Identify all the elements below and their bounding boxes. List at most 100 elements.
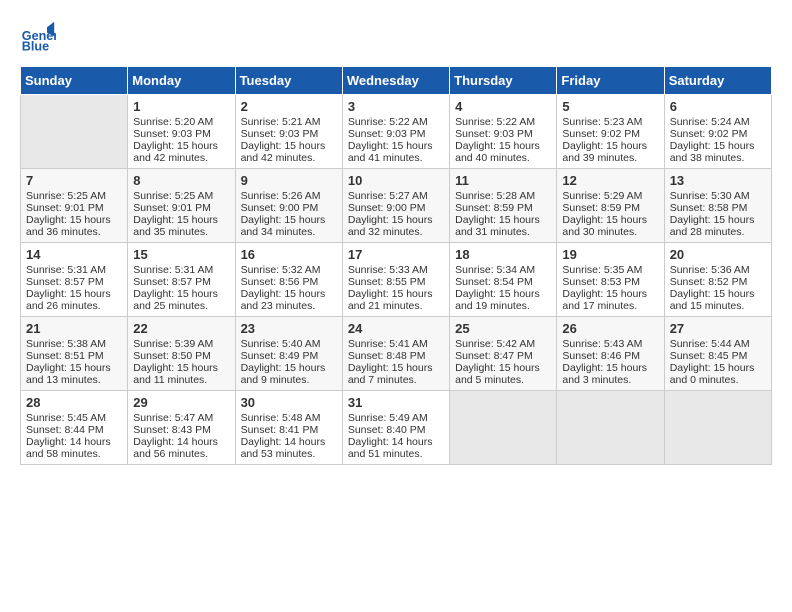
sunrise: Sunrise: 5:28 AM	[455, 190, 535, 202]
daylight: Daylight: 15 hours and 25 minutes.	[133, 288, 218, 312]
calendar-cell: 18Sunrise: 5:34 AMSunset: 8:54 PMDayligh…	[450, 243, 557, 317]
calendar-table: SundayMondayTuesdayWednesdayThursdayFrid…	[20, 66, 772, 465]
day-number: 1	[133, 99, 229, 114]
daylight: Daylight: 14 hours and 51 minutes.	[348, 436, 433, 460]
daylight: Daylight: 15 hours and 34 minutes.	[241, 214, 326, 238]
day-number: 3	[348, 99, 444, 114]
sunset: Sunset: 8:59 PM	[562, 202, 640, 214]
calendar-cell: 20Sunrise: 5:36 AMSunset: 8:52 PMDayligh…	[664, 243, 771, 317]
calendar-cell: 15 Sunrise: 5:31 AMSunset: 8:57 PMDayligh…	[128, 243, 235, 317]
daylight: Daylight: 15 hours and 36 minutes.	[26, 214, 111, 238]
sunset: Sunset: 9:02 PM	[670, 128, 748, 140]
day-number: 13	[670, 173, 766, 188]
day-number: 12	[562, 173, 658, 188]
day-number: 17	[348, 247, 444, 262]
daylight: Daylight: 15 hours and 21 minutes.	[348, 288, 433, 312]
header: General Blue	[20, 20, 772, 56]
weekday-header: Sunday	[21, 67, 128, 95]
sunrise: Sunrise: 5:21 AM	[241, 116, 321, 128]
calendar-cell: 8Sunrise: 5:25 AMSunset: 9:01 PMDaylight…	[128, 169, 235, 243]
calendar-cell: 19Sunrise: 5:35 AMSunset: 8:53 PMDayligh…	[557, 243, 664, 317]
daylight: Daylight: 15 hours and 28 minutes.	[670, 214, 755, 238]
day-number: 2	[241, 99, 337, 114]
sunset: Sunset: 8:51 PM	[26, 350, 104, 362]
calendar-cell	[21, 95, 128, 169]
calendar-cell: 29Sunrise: 5:47 AMSunset: 8:43 PMDayligh…	[128, 391, 235, 465]
sunrise: Sunrise: 5:42 AM	[455, 338, 535, 350]
daylight: Daylight: 15 hours and 42 minutes.	[241, 140, 326, 164]
daylight: Daylight: 15 hours and 41 minutes.	[348, 140, 433, 164]
daylight: Daylight: 15 hours and 17 minutes.	[562, 288, 647, 312]
daylight: Daylight: 15 hours and 38 minutes.	[670, 140, 755, 164]
calendar-cell: 25Sunrise: 5:42 AMSunset: 8:47 PMDayligh…	[450, 317, 557, 391]
daylight: Daylight: 15 hours and 31 minutes.	[455, 214, 540, 238]
sunset: Sunset: 8:57 PM	[26, 276, 104, 288]
calendar-cell: 17Sunrise: 5:33 AMSunset: 8:55 PMDayligh…	[342, 243, 449, 317]
sunset: Sunset: 9:01 PM	[133, 202, 211, 214]
calendar-cell: 13Sunrise: 5:30 AMSunset: 8:58 PMDayligh…	[664, 169, 771, 243]
sunrise: Sunrise: 5:44 AM	[670, 338, 750, 350]
day-number: 19	[562, 247, 658, 262]
sunset: Sunset: 8:40 PM	[348, 424, 426, 436]
daylight: Daylight: 15 hours and 13 minutes.	[26, 362, 111, 386]
sunrise: Sunrise: 5:29 AM	[562, 190, 642, 202]
sunrise: Sunrise: 5:25 AM	[26, 190, 106, 202]
daylight: Daylight: 15 hours and 0 minutes.	[670, 362, 755, 386]
sunset: Sunset: 8:46 PM	[562, 350, 640, 362]
sunset: Sunset: 8:50 PM	[133, 350, 211, 362]
sunset: Sunset: 8:58 PM	[670, 202, 748, 214]
day-number: 15	[133, 247, 229, 262]
sunset: Sunset: 9:00 PM	[348, 202, 426, 214]
day-number: 25	[455, 321, 551, 336]
daylight: Daylight: 14 hours and 53 minutes.	[241, 436, 326, 460]
daylight: Daylight: 15 hours and 30 minutes.	[562, 214, 647, 238]
sunset: Sunset: 9:03 PM	[133, 128, 211, 140]
daylight: Daylight: 15 hours and 23 minutes.	[241, 288, 326, 312]
sunrise: Sunrise: 5:23 AM	[562, 116, 642, 128]
weekday-header: Thursday	[450, 67, 557, 95]
calendar-cell: 16Sunrise: 5:32 AMSunset: 8:56 PMDayligh…	[235, 243, 342, 317]
sunrise: Sunrise: 5:36 AM	[670, 264, 750, 276]
calendar-week-row: 28Sunrise: 5:45 AMSunset: 8:44 PMDayligh…	[21, 391, 772, 465]
day-number: 10	[348, 173, 444, 188]
calendar-cell: 27Sunrise: 5:44 AMSunset: 8:45 PMDayligh…	[664, 317, 771, 391]
calendar-header-row: SundayMondayTuesdayWednesdayThursdayFrid…	[21, 67, 772, 95]
day-number: 16	[241, 247, 337, 262]
calendar-cell	[664, 391, 771, 465]
sunrise: Sunrise: 5:24 AM	[670, 116, 750, 128]
day-number: 21	[26, 321, 122, 336]
day-number: 23	[241, 321, 337, 336]
sunrise: Sunrise: 5:27 AM	[348, 190, 428, 202]
sunrise: Sunrise: 5:31 AM	[133, 264, 213, 276]
calendar-cell: 10Sunrise: 5:27 AMSunset: 9:00 PMDayligh…	[342, 169, 449, 243]
day-number: 29	[133, 395, 229, 410]
daylight: Daylight: 15 hours and 39 minutes.	[562, 140, 647, 164]
sunrise: Sunrise: 5:45 AM	[26, 412, 106, 424]
calendar-cell: 22Sunrise: 5:39 AMSunset: 8:50 PMDayligh…	[128, 317, 235, 391]
day-number: 20	[670, 247, 766, 262]
weekday-header: Monday	[128, 67, 235, 95]
day-number: 22	[133, 321, 229, 336]
day-number: 31	[348, 395, 444, 410]
day-number: 24	[348, 321, 444, 336]
calendar-cell: 3Sunrise: 5:22 AMSunset: 9:03 PMDaylight…	[342, 95, 449, 169]
daylight: Daylight: 15 hours and 19 minutes.	[455, 288, 540, 312]
sunrise: Sunrise: 5:22 AM	[348, 116, 428, 128]
sunset: Sunset: 8:55 PM	[348, 276, 426, 288]
calendar-week-row: 21Sunrise: 5:38 AMSunset: 8:51 PMDayligh…	[21, 317, 772, 391]
sunset: Sunset: 8:57 PM	[133, 276, 211, 288]
daylight: Daylight: 15 hours and 26 minutes.	[26, 288, 111, 312]
logo: General Blue	[20, 20, 60, 56]
day-number: 30	[241, 395, 337, 410]
sunset: Sunset: 9:01 PM	[26, 202, 104, 214]
calendar-cell: 28Sunrise: 5:45 AMSunset: 8:44 PMDayligh…	[21, 391, 128, 465]
day-number: 26	[562, 321, 658, 336]
day-number: 18	[455, 247, 551, 262]
daylight: Daylight: 15 hours and 3 minutes.	[562, 362, 647, 386]
sunrise: Sunrise: 5:40 AM	[241, 338, 321, 350]
svg-text:Blue: Blue	[22, 40, 49, 54]
sunrise: Sunrise: 5:25 AM	[133, 190, 213, 202]
day-number: 11	[455, 173, 551, 188]
calendar-cell: 2Sunrise: 5:21 AMSunset: 9:03 PMDaylight…	[235, 95, 342, 169]
sunrise: Sunrise: 5:35 AM	[562, 264, 642, 276]
